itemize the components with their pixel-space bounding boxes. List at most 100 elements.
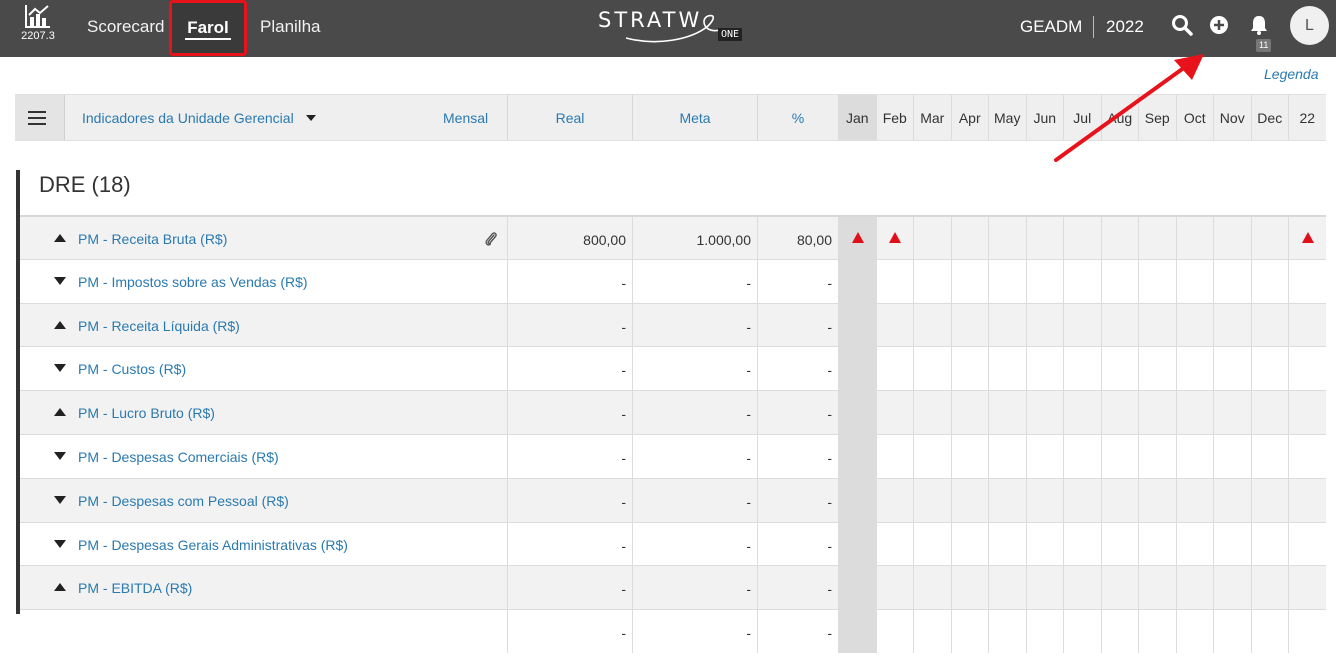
month-cell[interactable]	[988, 566, 1026, 610]
month-cell[interactable]	[1100, 391, 1139, 435]
month-cell[interactable]	[913, 217, 951, 260]
month-cell[interactable]	[838, 217, 876, 260]
month-cell[interactable]	[1288, 522, 1326, 566]
month-cell[interactable]	[1138, 522, 1176, 566]
month-cell[interactable]	[838, 259, 876, 303]
month-cell[interactable]	[1138, 566, 1176, 610]
month-header-nov[interactable]: Nov	[1213, 95, 1251, 140]
month-cell[interactable]	[1025, 566, 1064, 610]
table-row[interactable]: PM - Custos (R$) - - -	[20, 346, 1326, 391]
month-cell[interactable]	[1138, 217, 1176, 260]
month-header-apr[interactable]: Apr	[950, 95, 989, 140]
month-cell[interactable]	[875, 391, 914, 435]
month-cell[interactable]	[1288, 303, 1326, 347]
month-cell[interactable]	[950, 259, 989, 303]
table-row[interactable]: PM - Lucro Bruto (R$) - - -	[20, 390, 1326, 435]
table-row[interactable]: PM - EBITDA (R$) - - -	[20, 565, 1326, 610]
month-cell[interactable]	[1138, 391, 1176, 435]
indicator-name[interactable]: PM - Lucro Bruto (R$)	[78, 391, 215, 435]
month-cell[interactable]	[1100, 610, 1139, 654]
indicator-name[interactable]: PM - Receita Bruta (R$)	[78, 217, 227, 261]
month-cell[interactable]	[1213, 610, 1251, 654]
month-cell[interactable]	[1288, 435, 1326, 478]
month-cell[interactable]	[1175, 478, 1214, 522]
month-cell[interactable]	[1250, 391, 1289, 435]
month-cell[interactable]	[988, 522, 1026, 566]
month-header-year-total[interactable]: 22	[1288, 95, 1326, 140]
month-cell[interactable]	[875, 303, 914, 347]
month-cell[interactable]	[1250, 435, 1289, 478]
month-cell[interactable]	[875, 566, 914, 610]
month-cell[interactable]	[875, 259, 914, 303]
month-cell[interactable]	[1213, 259, 1251, 303]
month-cell[interactable]	[1175, 217, 1214, 260]
month-cell[interactable]	[1063, 391, 1101, 435]
month-cell[interactable]	[1213, 303, 1251, 347]
table-row[interactable]: ---	[20, 609, 1326, 654]
month-cell[interactable]	[950, 610, 989, 654]
month-cell[interactable]	[1213, 391, 1251, 435]
month-cell[interactable]	[1063, 566, 1101, 610]
month-cell[interactable]	[1138, 259, 1176, 303]
month-cell[interactable]	[950, 347, 989, 391]
month-cell[interactable]	[913, 435, 951, 478]
month-cell[interactable]	[1025, 259, 1064, 303]
month-cell[interactable]	[1100, 217, 1139, 260]
month-cell[interactable]	[913, 303, 951, 347]
nav-scorecard[interactable]: Scorecard	[87, 0, 164, 57]
month-cell[interactable]	[988, 347, 1026, 391]
month-cell[interactable]	[1025, 303, 1064, 347]
legend-link[interactable]: Legenda	[1264, 66, 1319, 82]
month-cell[interactable]	[913, 566, 951, 610]
table-row[interactable]: PM - Receita Bruta (R$) 800,00 1.000,00 80,…	[20, 215, 1326, 261]
indicator-name[interactable]: PM - Impostos sobre as Vendas (R$)	[78, 260, 308, 304]
month-cell[interactable]	[838, 303, 876, 347]
month-cell[interactable]	[875, 522, 914, 566]
month-cell[interactable]	[1063, 217, 1101, 260]
table-row[interactable]: PM - Despesas Gerais Administrativas (R$…	[20, 521, 1326, 566]
month-cell[interactable]	[1138, 303, 1176, 347]
table-row[interactable]: PM - Receita Líquida (R$) - - -	[20, 302, 1326, 347]
month-cell[interactable]	[1250, 347, 1289, 391]
month-cell[interactable]	[1100, 478, 1139, 522]
table-row[interactable]: PM - Despesas com Pessoal (R$) - - -	[20, 477, 1326, 522]
month-cell[interactable]	[875, 435, 914, 478]
bell-icon[interactable]	[1248, 14, 1272, 38]
month-header-may[interactable]: May	[988, 95, 1026, 140]
month-cell[interactable]	[1025, 391, 1064, 435]
month-cell[interactable]	[1213, 347, 1251, 391]
month-cell[interactable]	[1100, 566, 1139, 610]
indicator-group-dropdown[interactable]: Indicadores da Unidade Gerencial	[82, 95, 316, 142]
month-cell[interactable]	[838, 566, 876, 610]
month-cell[interactable]	[1288, 347, 1326, 391]
month-cell[interactable]	[838, 347, 876, 391]
month-cell[interactable]	[1250, 478, 1289, 522]
month-cell[interactable]	[950, 217, 989, 260]
app-logo[interactable]: 2207.3	[18, 4, 58, 50]
period-selector[interactable]: Mensal	[443, 95, 488, 142]
month-cell[interactable]	[1063, 522, 1101, 566]
month-cell[interactable]	[1138, 347, 1176, 391]
month-header-mar[interactable]: Mar	[913, 95, 951, 140]
month-cell[interactable]	[1175, 522, 1214, 566]
month-header-dec[interactable]: Dec	[1250, 95, 1289, 140]
month-cell[interactable]	[1288, 610, 1326, 654]
month-cell[interactable]	[1063, 610, 1101, 654]
column-meta[interactable]: Meta	[632, 95, 757, 140]
month-cell[interactable]	[838, 435, 876, 478]
month-cell[interactable]	[875, 610, 914, 654]
month-cell[interactable]	[1063, 259, 1101, 303]
month-cell[interactable]	[988, 303, 1026, 347]
month-cell[interactable]	[1025, 610, 1064, 654]
month-cell[interactable]	[1288, 478, 1326, 522]
month-cell[interactable]	[1213, 522, 1251, 566]
month-cell[interactable]	[1250, 303, 1289, 347]
month-cell[interactable]	[913, 347, 951, 391]
month-cell[interactable]	[1100, 435, 1139, 478]
section-title[interactable]: DRE (18)	[39, 172, 131, 198]
month-cell[interactable]	[913, 478, 951, 522]
indicator-name[interactable]: PM - Despesas Comerciais (R$)	[78, 435, 279, 479]
month-cell[interactable]	[913, 522, 951, 566]
month-cell[interactable]	[1288, 217, 1326, 260]
month-header-jan[interactable]: Jan	[838, 95, 876, 140]
